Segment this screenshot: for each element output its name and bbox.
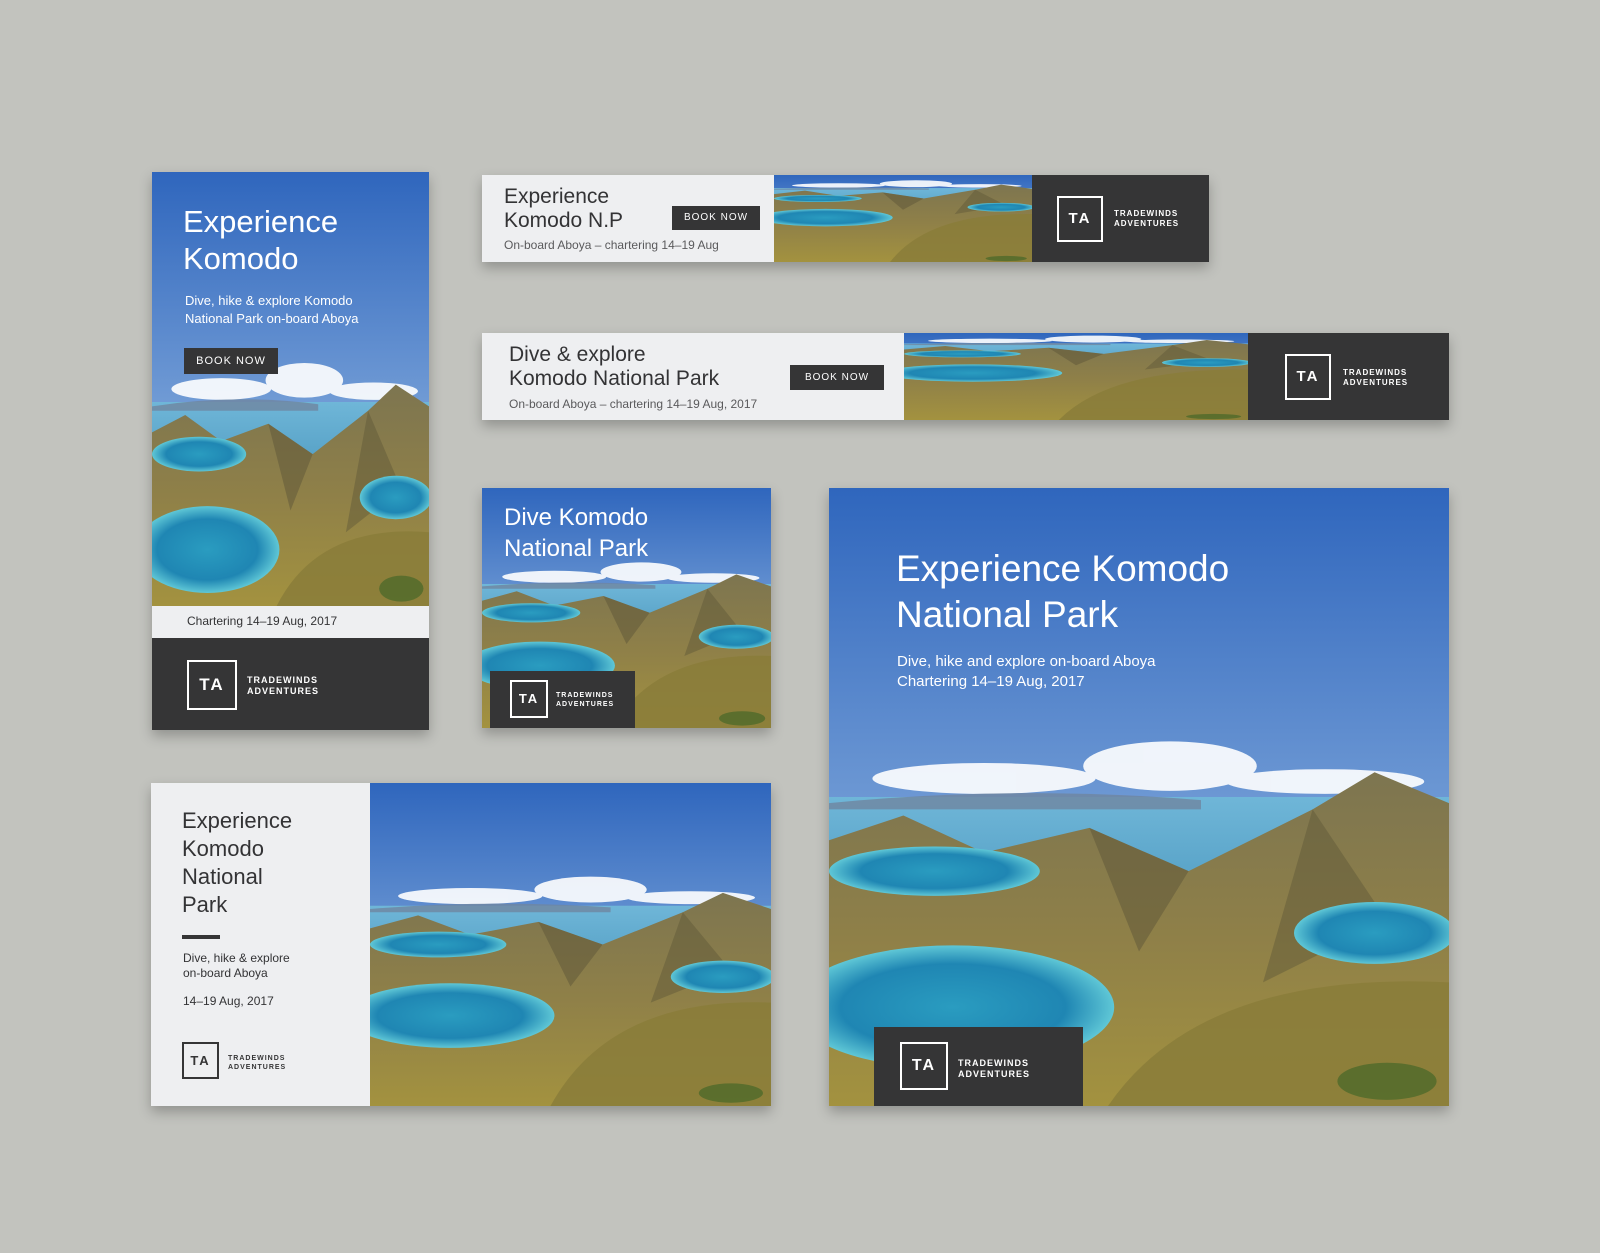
rectangle-title-line2: Komodo [182,836,264,861]
brand-line2: ADVENTURES [958,1069,1031,1079]
rectangle-body-line1: Dive, hike & explore [183,951,290,965]
skyscraper-date: Chartering 14–19 Aug, 2017 [187,614,338,628]
brand-line1: TRADEWINDS [247,675,318,685]
komodo-landscape-image [774,175,1032,262]
ta-logo-icon: TA [510,680,548,718]
ta-logo-icon: TA [1057,196,1103,242]
large-square-title-line2: National Park [896,594,1119,635]
leaderboard-small-subtitle: On-board Aboya – chartering 14–19 Aug [504,238,719,252]
ta-logo-icon: TA [900,1042,948,1090]
ta-logo-icon: TA [1285,354,1331,400]
book-now-button[interactable]: BOOK NOW [184,348,278,374]
square-banner[interactable]: Dive Komodo National Park TA TRADEWINDS … [482,488,771,728]
brand-line2: ADVENTURES [247,686,320,696]
komodo-landscape-image [370,783,771,1106]
skyscraper-body-line1: Dive, hike & explore Komodo [185,293,353,308]
skyscraper-body-line2: National Park on-board Aboya [185,311,359,326]
leaderboard-small-title-line1: Experience [504,185,610,208]
brand-line1: TRADEWINDS [1114,209,1179,218]
skyscraper-title-line1: Experience [183,204,339,239]
leaderboard-large-title-line1: Dive & explore [509,343,646,366]
square-title-line1: Dive Komodo [504,504,649,531]
brand-line1: TRADEWINDS [958,1058,1029,1068]
leaderboard-small-title-line2: Komodo N.P [504,209,624,232]
rectangle-title-line1: Experience [182,808,293,833]
rectangle-divider [182,935,220,939]
brand-line1: TRADEWINDS [1343,368,1408,377]
brand-line1: TRADEWINDS [556,692,614,699]
skyscraper-title-line2: Komodo [183,241,299,276]
book-now-button[interactable]: BOOK NOW [672,206,760,230]
brand-line2: ADVENTURES [556,701,615,708]
leaderboard-large-title-line2: Komodo National Park [509,367,720,390]
ta-logo-icon: TA [187,660,237,710]
brand-line2: ADVENTURES [228,1064,287,1071]
leaderboard-large-subtitle: On-board Aboya – chartering 14–19 Aug, 2… [509,397,758,411]
large-square-title-line1: Experience Komodo [896,548,1230,589]
square-title-line2: National Park [504,535,649,562]
brand-line1: TRADEWINDS [228,1055,286,1062]
large-square-body-line1: Dive, hike and explore on-board Aboya [897,653,1156,670]
rectangle-title-line4: Park [182,892,228,917]
brand-line2: ADVENTURES [1343,378,1409,387]
rectangle-banner[interactable]: Experience Komodo National Park Dive, hi… [151,783,771,1106]
rectangle-body-line2: on-board Aboya [183,966,268,980]
book-now-button[interactable]: BOOK NOW [790,365,884,390]
rectangle-title-line3: National [182,864,263,889]
leaderboard-small-banner[interactable]: Experience Komodo N.P BOOK NOW On-board … [482,175,1209,262]
skyscraper-banner[interactable]: Experience Komodo Dive, hike & explore K… [152,172,429,730]
komodo-landscape-image [904,333,1248,420]
rectangle-date: 14–19 Aug, 2017 [183,994,274,1008]
large-square-body-line2: Chartering 14–19 Aug, 2017 [897,673,1085,690]
ta-logo-icon: TA [182,1042,219,1079]
leaderboard-large-banner[interactable]: Dive & explore Komodo National Park BOOK… [482,333,1449,420]
brand-line2: ADVENTURES [1114,219,1180,228]
large-square-banner[interactable]: Experience Komodo National Park Dive, hi… [829,488,1449,1106]
